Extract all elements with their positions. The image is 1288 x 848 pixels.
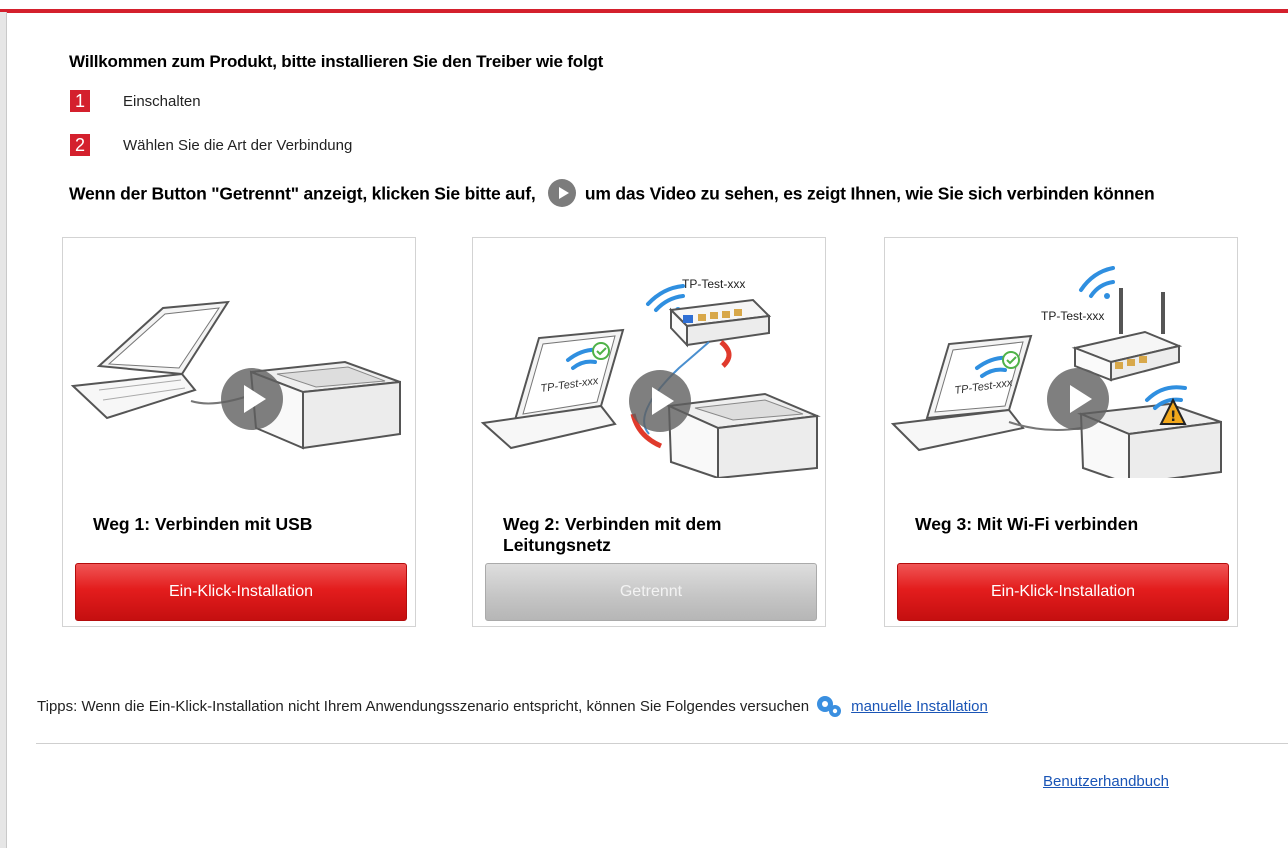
window-top-accent-bar: [0, 0, 1288, 14]
step-2: 2 Wählen Sie die Art der Verbindung: [70, 133, 352, 157]
card-title: Weg 1: Verbinden mit USB: [93, 514, 313, 534]
usb-illustration: [70, 300, 401, 450]
user-manual-link[interactable]: Benutzerhandbuch: [1043, 773, 1169, 790]
disconnected-button-wired[interactable]: Getrennt: [485, 563, 817, 621]
card-wired: TP-Test-xxx TP-Test-xxx Weg 2: Verbinden…: [472, 237, 826, 627]
step-text: Wählen Sie die Art der Verbindung: [123, 136, 353, 154]
instruction-text-before: Wenn der Button "Getrennt" anzeigt, klic…: [69, 183, 536, 204]
step-number-badge: 2: [70, 134, 90, 156]
router-icon: [668, 298, 772, 348]
tips-line: Tipps: Wenn die Ein-Klick-Installation n…: [37, 694, 988, 718]
play-video-button[interactable]: [221, 368, 283, 430]
card-title: Weg 3: Mit Wi-Fi verbinden: [915, 514, 1139, 534]
divider: [36, 743, 1288, 744]
play-video-button[interactable]: [1047, 368, 1109, 430]
card-usb: Weg 1: Verbinden mit USB Ein-Klick-Insta…: [62, 237, 416, 627]
card-title: Weg 2: Verbinden mit dem Leitungsnetz: [503, 514, 722, 555]
video-instruction: Wenn der Button "Getrennt" anzeigt, klic…: [69, 179, 1229, 211]
tips-text: Tipps: Wenn die Ein-Klick-Installation n…: [37, 697, 810, 715]
router-label: TP-Test-xxx: [682, 277, 745, 291]
laptop-icon: TP-Test-xxx: [480, 328, 625, 450]
step-1: 1 Einschalten: [70, 89, 201, 113]
gear-icon: [817, 696, 842, 717]
check-icon: [1002, 351, 1020, 369]
wired-illustration: TP-Test-xxx TP-Test-xxx: [480, 277, 821, 478]
one-click-install-button-usb[interactable]: Ein-Klick-Installation: [75, 563, 407, 621]
play-video-button[interactable]: [629, 370, 691, 432]
card-wifi: TP-Test-xxx TP-Test-xxx ! Weg 3: Mit Wi-…: [884, 237, 1238, 627]
manual-install-link[interactable]: manuelle Installation: [851, 698, 988, 715]
router-label: TP-Test-xxx: [1041, 309, 1104, 323]
check-icon: [592, 342, 610, 360]
wifi-icon: [1079, 266, 1115, 299]
window-left-edge: [0, 12, 7, 848]
laptop-icon: [70, 300, 230, 420]
printer-icon: [665, 392, 821, 478]
router-icon: [1071, 288, 1183, 382]
wifi-illustration: TP-Test-xxx TP-Test-xxx !: [890, 266, 1222, 478]
page-title: Willkommen zum Produkt, bitte installier…: [69, 52, 604, 71]
step-text: Einschalten: [123, 92, 201, 110]
instruction-text-after: um das Video zu sehen, es zeigt Ihnen, w…: [584, 183, 1155, 204]
one-click-install-button-wifi[interactable]: Ein-Klick-Installation: [897, 563, 1229, 621]
step-number-badge: 1: [70, 90, 90, 112]
svg-text:!: !: [1170, 409, 1176, 425]
play-icon: [548, 179, 577, 207]
laptop-icon: TP-Test-xxx: [890, 334, 1033, 452]
